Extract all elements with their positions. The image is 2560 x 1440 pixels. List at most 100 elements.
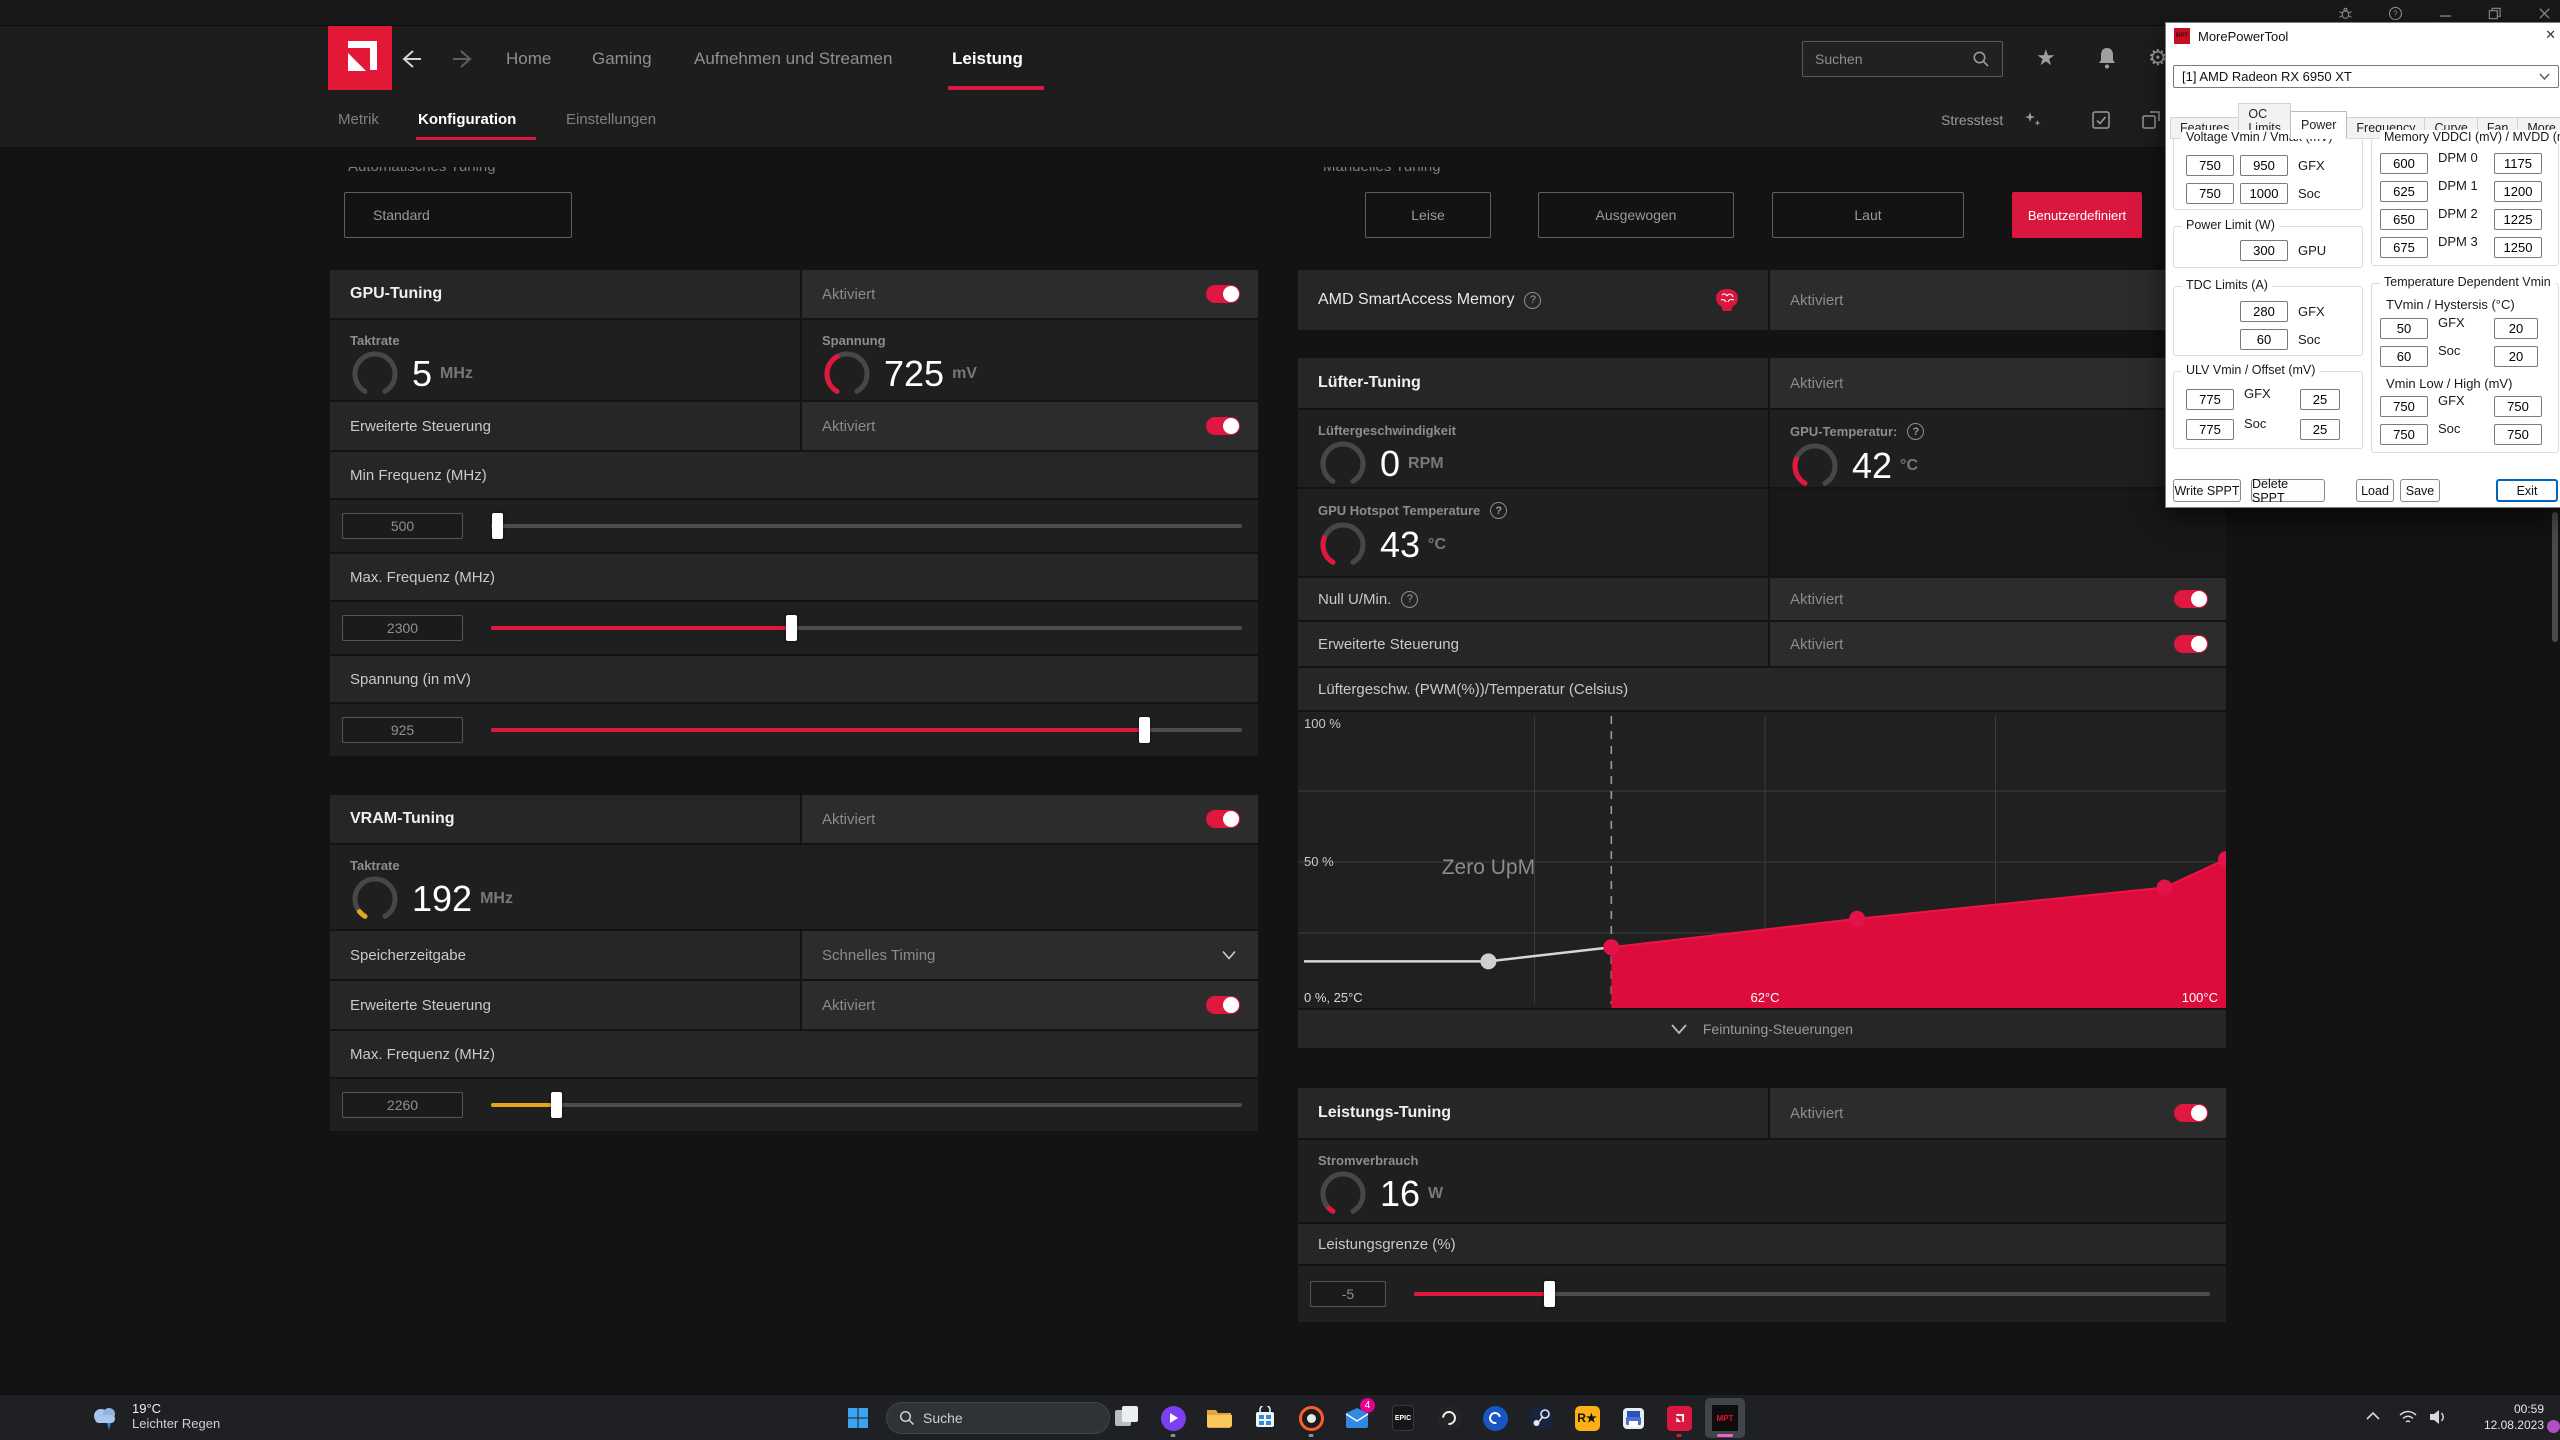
notification-badge[interactable] [2547, 1420, 2560, 1433]
stresstest-label[interactable]: Stresstest [1941, 92, 2003, 148]
vram-max-frequency-slider[interactable] [491, 1092, 1242, 1118]
mpt-write-sppt-button[interactable]: Write SPPT [2173, 479, 2241, 502]
sam-help-icon[interactable]: ? [1524, 291, 1542, 309]
favorites-star-icon[interactable]: ★ [2036, 46, 2056, 70]
zero-rpm-help-icon[interactable]: ? [1401, 590, 1419, 608]
fine-tuning-expander[interactable]: Feintuning-Steuerungen [1298, 1010, 2226, 1048]
mpt-tdc-soc-input[interactable]: 60 [2240, 329, 2288, 350]
vram-max-frequency-input[interactable]: 2260 [342, 1092, 463, 1118]
help-icon[interactable]: ? [2388, 6, 2403, 21]
mpt-gfx-vmin-input[interactable]: 750 [2186, 155, 2234, 176]
mpt-vddci-dpm2-input[interactable]: 650 [2380, 209, 2428, 230]
mpt-ulv-gfx-vmin-input[interactable]: 775 [2186, 389, 2234, 410]
mpt-mvdd-dpm0-input[interactable]: 1175 [2494, 153, 2542, 174]
browser-icon[interactable] [1291, 1398, 1331, 1438]
mpt-load-button[interactable]: Load [2356, 479, 2394, 502]
forward-arrow-icon[interactable] [450, 48, 474, 70]
taskbar-clock[interactable]: 00:59 12.08.2023 [2462, 1401, 2544, 1433]
mpt-ulv-soc-vmin-input[interactable]: 775 [2186, 419, 2234, 440]
nav-tab-performance[interactable]: Leistung [952, 26, 1023, 92]
nav-tab-gaming[interactable]: Gaming [592, 26, 652, 92]
voltage-input[interactable]: 925 [342, 717, 463, 743]
amd-logo[interactable] [328, 26, 392, 90]
mpt-vmin-low-soc-input[interactable]: 750 [2380, 424, 2428, 445]
fan-curve-chart[interactable]: 100 % 50 % 0 %, 25°C 62°C 100°C Zero UpM [1298, 712, 2234, 1008]
mpt-vmin-high-gfx-input[interactable]: 750 [2494, 396, 2542, 417]
mpt-gpu-power-input[interactable]: 300 [2240, 240, 2288, 261]
weather-widget[interactable]: 19°C Leichter Regen [88, 1401, 220, 1435]
mpt-device-select[interactable]: [1] AMD Radeon RX 6950 XT [2173, 65, 2559, 88]
utility-app-icon[interactable] [1613, 1398, 1653, 1438]
mail-icon[interactable]: 4 [1337, 1398, 1377, 1438]
tray-network-icon[interactable] [2398, 1408, 2418, 1426]
preset-standard-button[interactable]: Standard [344, 192, 572, 238]
fan-advanced-toggle[interactable] [2174, 635, 2208, 653]
max-frequency-input[interactable]: 2300 [342, 615, 463, 641]
mpt-vddci-dpm3-input[interactable]: 675 [2380, 237, 2428, 258]
max-frequency-slider[interactable] [491, 615, 1242, 641]
mpt-hyst-gfx-input[interactable]: 20 [2494, 318, 2538, 339]
power-limit-slider[interactable] [1414, 1281, 2210, 1307]
checklist-icon[interactable] [2090, 109, 2112, 131]
bug-report-icon[interactable] [2338, 6, 2353, 21]
close-icon[interactable] [2537, 6, 2552, 21]
notifications-bell-icon[interactable] [2096, 46, 2118, 70]
zero-rpm-toggle[interactable] [2174, 590, 2208, 608]
mpt-mvdd-dpm3-input[interactable]: 1250 [2494, 237, 2542, 258]
subnav-tab-metrics[interactable]: Metrik [338, 92, 379, 148]
min-frequency-slider[interactable] [491, 513, 1242, 539]
vram-advanced-toggle[interactable] [1206, 996, 1240, 1014]
mpt-soc-vmin-input[interactable]: 750 [2186, 183, 2234, 204]
ubisoft-connect-icon[interactable] [1429, 1398, 1469, 1438]
mpt-exit-button[interactable]: Exit [2496, 479, 2558, 502]
mpt-vddci-dpm1-input[interactable]: 625 [2380, 181, 2428, 202]
vram-tuning-toggle[interactable] [1206, 810, 1240, 828]
mpt-tdc-gfx-input[interactable]: 280 [2240, 301, 2288, 322]
mpt-tvmin-gfx-input[interactable]: 50 [2380, 318, 2428, 339]
mpt-mvdd-dpm2-input[interactable]: 1225 [2494, 209, 2542, 230]
mpt-hyst-soc-input[interactable]: 20 [2494, 346, 2538, 367]
mpt-save-button[interactable]: Save [2400, 479, 2440, 502]
taskbar-search[interactable]: Suche [886, 1402, 1110, 1434]
minimize-icon[interactable] [2438, 6, 2453, 21]
hotspot-help-icon[interactable]: ? [1490, 502, 1508, 519]
mpt-mvdd-dpm1-input[interactable]: 1200 [2494, 181, 2542, 202]
nav-tab-record-stream[interactable]: Aufnehmen und Streamen [694, 26, 892, 92]
preset-balanced-button[interactable]: Ausgewogen [1538, 192, 1734, 238]
tray-volume-icon[interactable] [2428, 1408, 2448, 1426]
subnav-tab-settings[interactable]: Einstellungen [566, 92, 656, 148]
power-limit-input[interactable]: -5 [1310, 1281, 1386, 1307]
task-view-button[interactable] [1107, 1398, 1147, 1438]
stresstest-sparkle-icon[interactable] [2022, 109, 2044, 131]
nav-tab-home[interactable]: Home [506, 26, 551, 92]
rockstar-games-icon[interactable]: R★ [1567, 1398, 1607, 1438]
back-arrow-icon[interactable] [400, 48, 424, 70]
mpt-tvmin-soc-input[interactable]: 60 [2380, 346, 2428, 367]
preset-custom-button[interactable]: Benutzerdefiniert [2012, 192, 2142, 238]
gpu-temp-help-icon[interactable]: ? [1907, 423, 1925, 440]
gpu-advanced-toggle[interactable] [1206, 417, 1240, 435]
mpt-delete-sppt-button[interactable]: Delete SPPT [2251, 477, 2325, 505]
restore-icon[interactable] [2487, 6, 2502, 21]
power-tuning-toggle[interactable] [2174, 1104, 2208, 1122]
mpt-close-icon[interactable]: ✕ [2545, 27, 2556, 43]
mpt-ulv-gfx-offset-input[interactable]: 25 [2300, 389, 2340, 410]
mpt-vddci-dpm0-input[interactable]: 600 [2380, 153, 2428, 174]
tray-chevron-up-icon[interactable] [2366, 1411, 2380, 1421]
preset-loud-button[interactable]: Laut [1772, 192, 1964, 238]
voltage-slider[interactable] [491, 717, 1242, 743]
mpt-vmin-high-soc-input[interactable]: 750 [2494, 424, 2542, 445]
preset-quiet-button[interactable]: Leise [1365, 192, 1491, 238]
mpt-soc-vmax-input[interactable]: 1000 [2240, 183, 2288, 204]
game-launcher-icon[interactable] [1475, 1398, 1515, 1438]
mpt-ulv-soc-offset-input[interactable]: 25 [2300, 419, 2340, 440]
steam-icon[interactable] [1521, 1398, 1561, 1438]
export-icon[interactable] [2140, 109, 2162, 131]
mpt-titlebar[interactable]: MPT MorePowerTool ✕ [2166, 23, 2560, 49]
memory-timing-select[interactable]: Schnelles Timing [802, 931, 1258, 979]
clipchamp-icon[interactable] [1153, 1398, 1193, 1438]
search-input[interactable]: Suchen [1802, 41, 2003, 77]
mpt-taskbar-icon[interactable]: MPT [1705, 1398, 1745, 1438]
min-frequency-input[interactable]: 500 [342, 513, 463, 539]
epic-games-icon[interactable]: EPIC [1383, 1398, 1423, 1438]
